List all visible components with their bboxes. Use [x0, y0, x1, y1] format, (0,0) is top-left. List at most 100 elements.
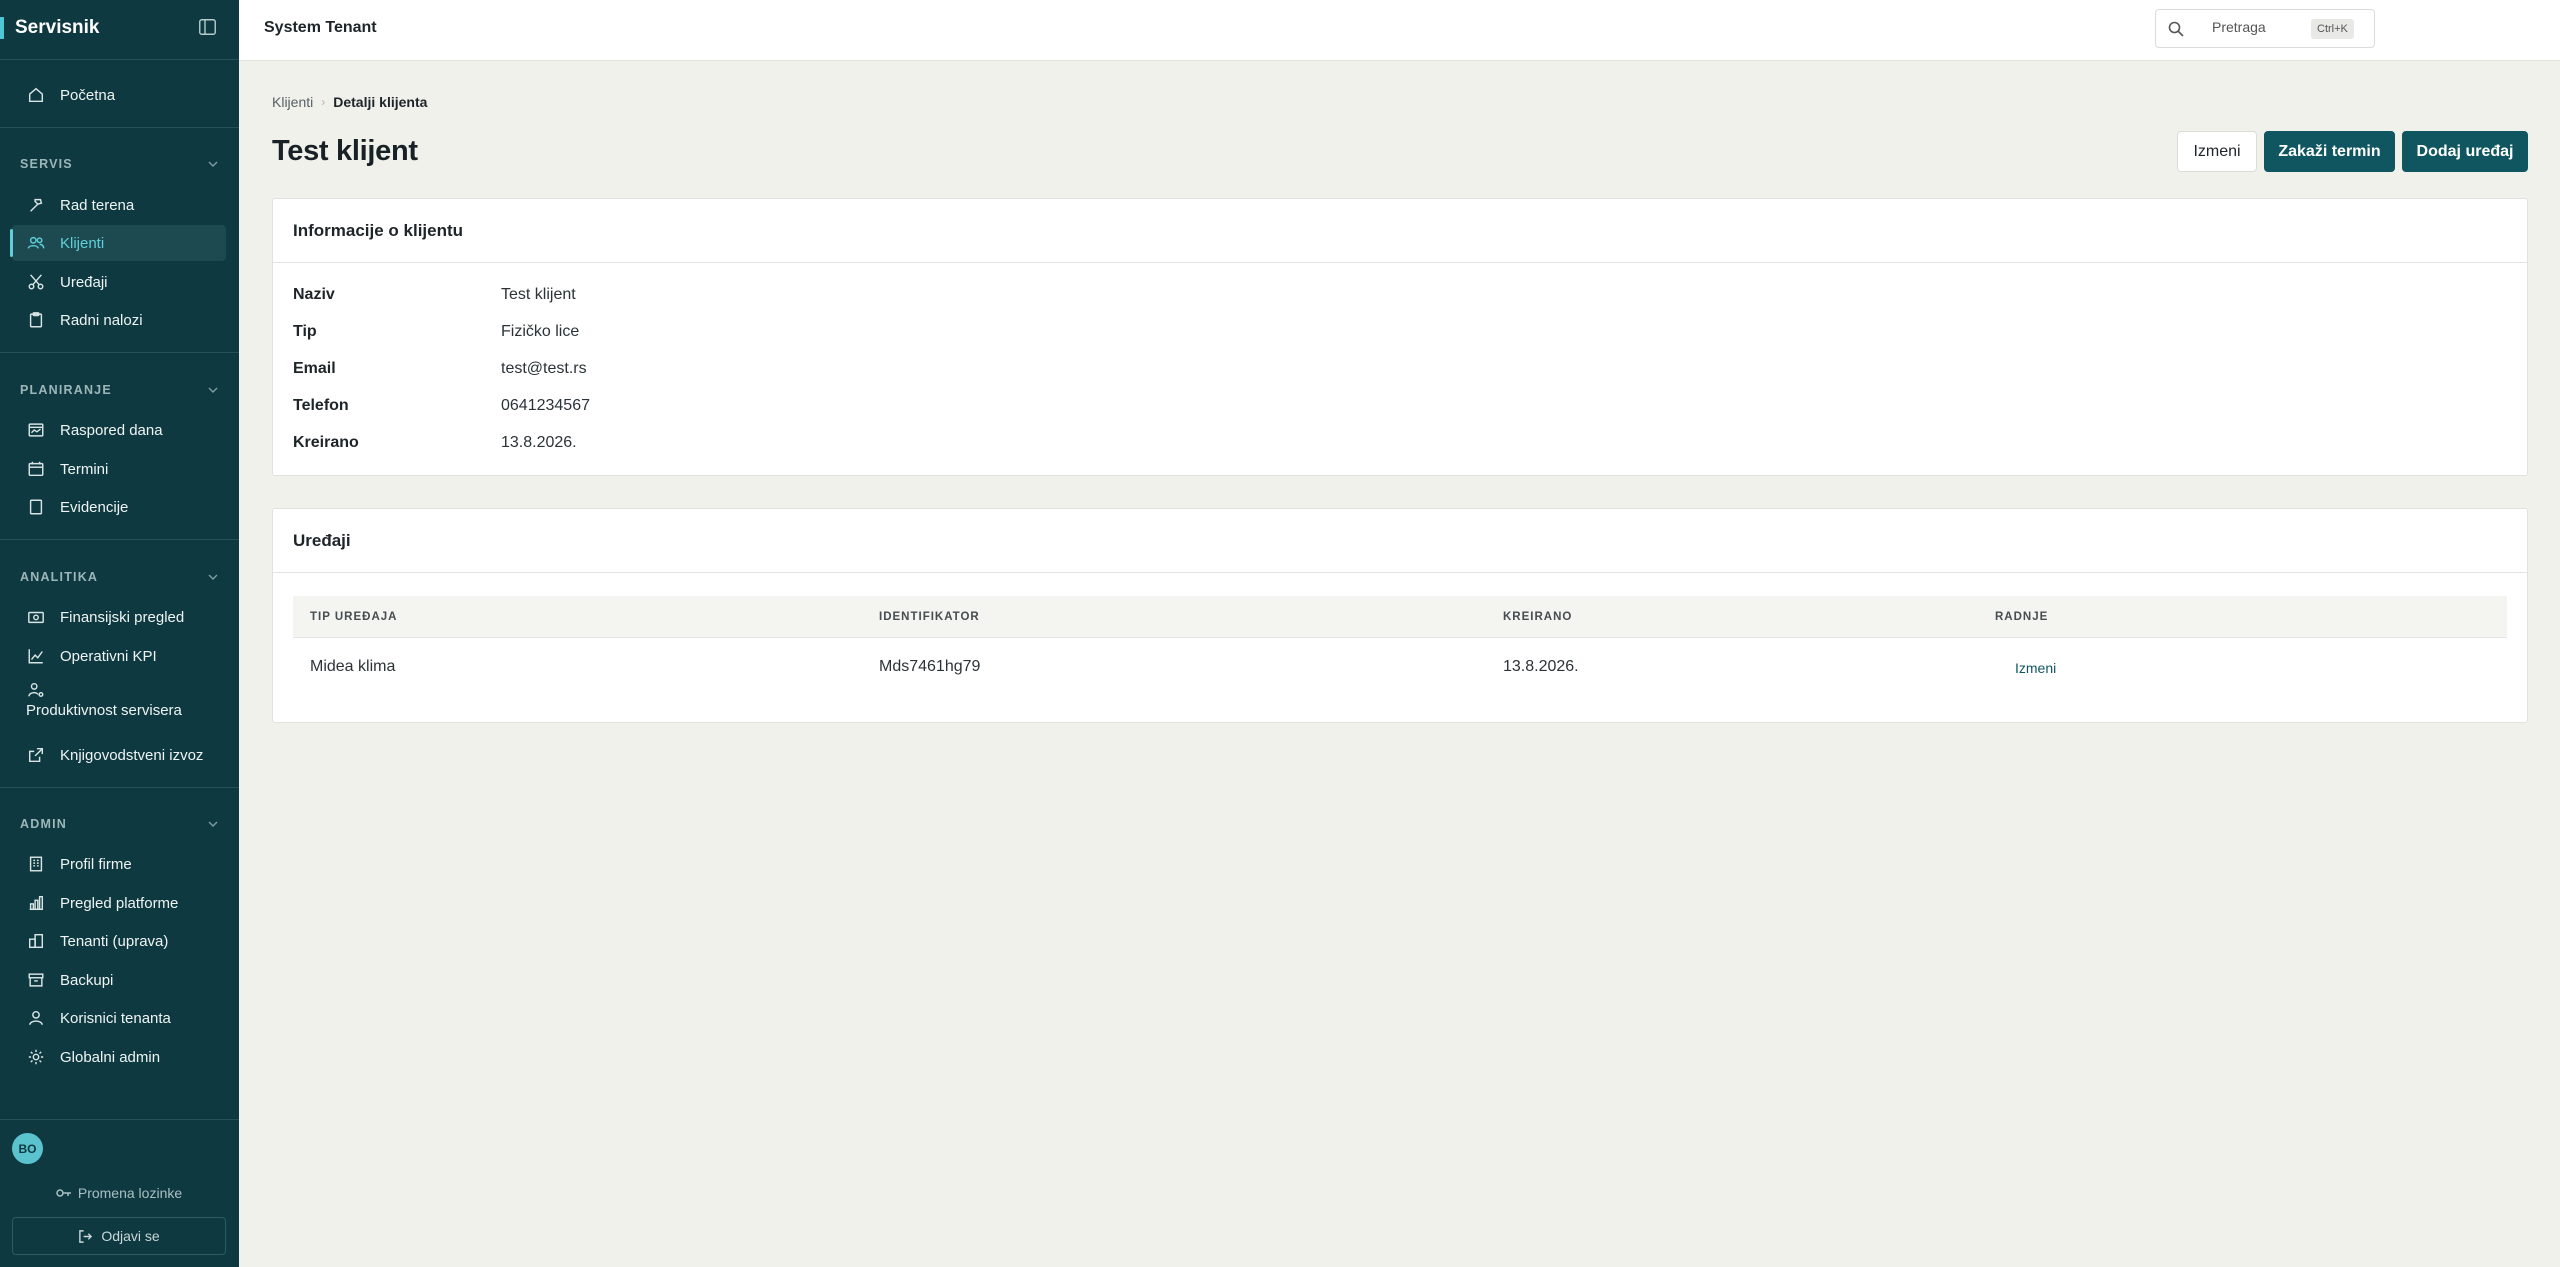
sidebar-item-label: Pregled platforme — [60, 894, 179, 912]
sidebar-item-evidencije[interactable]: Evidencije — [12, 489, 226, 525]
device-type: Midea klima — [310, 658, 396, 675]
info-label: Naziv — [293, 286, 335, 303]
hammer-icon — [26, 195, 46, 215]
sidebar-item-produktivnost-servisera[interactable]: Produktivnost servisera — [12, 676, 226, 722]
breadcrumb-parent[interactable]: Klijenti — [272, 94, 313, 110]
buildings-icon — [26, 931, 46, 951]
info-value: Fizičko lice — [501, 323, 580, 340]
sidebar-header: Servisnik — [0, 0, 239, 60]
card-title: Uređaji — [273, 509, 2527, 573]
sidebar-item-label: Klijenti — [60, 234, 105, 252]
user-icon — [26, 1008, 46, 1028]
edit-device-link[interactable]: Izmeni — [2015, 660, 2056, 676]
change-password-label: Promena lozinke — [77, 1185, 183, 1201]
info-value: Test klijent — [501, 286, 576, 303]
sidebar-item-raspored-dana[interactable]: Raspored dana — [12, 412, 226, 448]
devices-card: Uređaji TIP UREĐAJA IDENTIFIKATOR KREIRA… — [272, 508, 2528, 723]
sidebar-item-label: Tenanti (uprava) — [60, 932, 169, 950]
sidebar-divider — [0, 352, 239, 353]
sidebar-item-label: Knjigovodstveni izvoz — [60, 746, 204, 764]
sidebar-item-pregled-platforme[interactable]: Pregled platforme — [12, 885, 226, 921]
sidebar-item-finansijski-pregled[interactable]: Finansijski pregled — [12, 599, 226, 635]
card-title: Informacije o klijentu — [273, 199, 2527, 263]
schedule-appointment-button[interactable]: Zakaži termin — [2264, 131, 2395, 172]
avatar[interactable]: BO — [12, 1133, 43, 1164]
section-title: PLANIRANJE — [20, 383, 112, 397]
sidebar-item-profil-firme[interactable]: Profil firme — [12, 846, 226, 882]
sidebar-item-label: Uređaji — [60, 273, 108, 291]
users-icon — [26, 233, 46, 253]
info-row: Email test@test.rs — [293, 357, 587, 381]
sidebar-item-klijenti[interactable]: Klijenti — [10, 225, 226, 261]
bar-chart-icon — [26, 893, 46, 913]
sidebar-item-globalni-admin[interactable]: Globalni admin — [12, 1039, 226, 1075]
gear-icon — [26, 1047, 46, 1067]
client-info-card: Informacije o klijentu Naziv Test klijen… — [272, 198, 2528, 476]
section-servis[interactable]: SERVIS — [20, 157, 220, 171]
devices-table: TIP UREĐAJA IDENTIFIKATOR KREIRANO RADNJ… — [293, 596, 2507, 698]
sidebar-item-knjigovodstveni-izvoz[interactable]: Knjigovodstveni izvoz — [12, 737, 226, 773]
chevron-down-icon — [208, 821, 218, 827]
sidebar-item-tenanti[interactable]: Tenanti (uprava) — [12, 923, 226, 959]
sidebar-item-label: Raspored dana — [60, 421, 163, 439]
sidebar-item-label: Evidencije — [60, 498, 129, 516]
sidebar-item-rad-terena[interactable]: Rad terena — [12, 187, 226, 223]
sidebar-item-label: Termini — [60, 460, 109, 478]
info-label: Telefon — [293, 397, 349, 414]
change-password-button[interactable]: Promena lozinke — [12, 1181, 226, 1205]
sidebar-item-label: Finansijski pregled — [60, 608, 185, 626]
column-header: TIP UREĐAJA — [310, 611, 398, 623]
clipboard-icon — [26, 310, 46, 330]
info-label: Tip — [293, 323, 317, 340]
sidebar-item-label: Operativni KPI — [60, 647, 157, 665]
sidebar-divider — [0, 539, 239, 540]
sidebar-item-label: Profil firme — [60, 855, 132, 873]
info-row: Tip Fizičko lice — [293, 320, 579, 344]
info-label: Email — [293, 360, 336, 377]
sidebar-toggle-icon[interactable] — [199, 19, 216, 35]
sidebar-item-backupi[interactable]: Backupi — [12, 962, 226, 998]
device-created: 13.8.2026. — [1503, 658, 1579, 675]
section-title: ANALITIKA — [20, 570, 99, 584]
chevron-down-icon — [208, 574, 218, 580]
sidebar-divider — [0, 787, 239, 788]
section-analitika[interactable]: ANALITIKA — [20, 570, 220, 584]
page-title: Test klijent — [272, 135, 418, 167]
info-row: Telefon 0641234567 — [293, 394, 590, 418]
info-value: test@test.rs — [501, 360, 587, 377]
section-planiranje[interactable]: PLANIRANJE — [20, 383, 220, 397]
sidebar-divider — [0, 1119, 239, 1120]
sidebar-item-termini[interactable]: Termini — [12, 451, 226, 487]
section-title: ADMIN — [20, 817, 67, 831]
sidebar-item-label: Produktivnost servisera — [26, 702, 182, 719]
info-row: Kreirano 13.8.2026. — [293, 431, 577, 455]
add-device-button[interactable]: Dodaj uređaj — [2402, 131, 2528, 172]
table-header: TIP UREĐAJA IDENTIFIKATOR KREIRANO RADNJ… — [293, 596, 2507, 638]
sidebar-item-label: Korisnici tenanta — [60, 1009, 171, 1027]
sidebar-item-operativni-kpi[interactable]: Operativni KPI — [12, 638, 226, 674]
logout-label: Odjavi se — [101, 1228, 160, 1244]
sidebar-item-pocetna[interactable]: Početna — [12, 77, 226, 113]
table-row: Midea klima Mds7461hg79 13.8.2026. Izmen… — [293, 638, 2507, 698]
info-value: 13.8.2026. — [501, 434, 577, 451]
sidebar-item-label: Backupi — [60, 971, 114, 989]
sidebar-item-korisnici-tenanta[interactable]: Korisnici tenanta — [12, 1000, 226, 1036]
brand-name: Servisnik — [15, 17, 100, 38]
money-icon — [26, 607, 46, 627]
user-gear-icon — [26, 680, 46, 700]
brand-accent — [0, 17, 4, 39]
sidebar-item-uredjaji[interactable]: Uređaji — [12, 264, 226, 300]
section-admin[interactable]: ADMIN — [20, 817, 220, 831]
home-icon — [26, 85, 46, 105]
search-box[interactable]: Ctrl+K — [2155, 9, 2375, 48]
edit-button[interactable]: Izmeni — [2177, 131, 2257, 172]
external-link-icon — [26, 745, 46, 765]
sidebar-item-radni-nalozi[interactable]: Radni nalozi — [12, 302, 226, 338]
search-icon — [2168, 21, 2184, 37]
logout-button[interactable]: Odjavi se — [12, 1217, 226, 1255]
column-header: IDENTIFIKATOR — [879, 611, 980, 623]
search-input[interactable] — [2212, 19, 2302, 35]
info-row: Naziv Test klijent — [293, 283, 576, 307]
chevron-down-icon — [208, 161, 218, 167]
breadcrumb-separator: › — [321, 95, 326, 109]
